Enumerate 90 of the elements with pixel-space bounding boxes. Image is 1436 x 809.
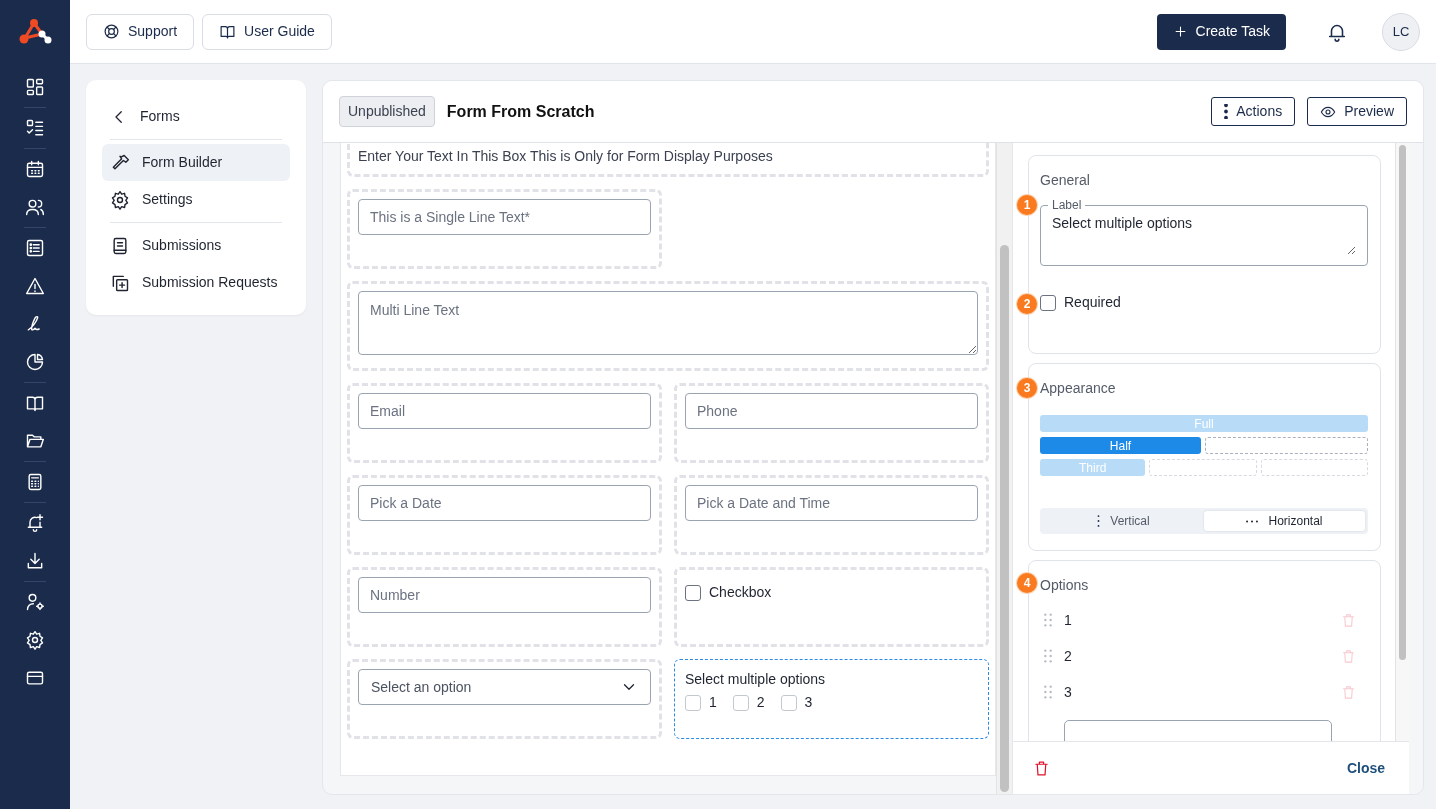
checkbox[interactable] [780, 694, 797, 711]
option-label: 2 [1064, 646, 1073, 666]
drag-handle-icon[interactable] [1044, 685, 1052, 699]
field-container[interactable]: Select an option [347, 659, 662, 739]
document-icon [110, 235, 130, 256]
checkbox-label: Required [1064, 293, 1121, 312]
select-field[interactable]: Select an option [358, 669, 651, 705]
kebab-icon [1224, 104, 1229, 119]
field-container[interactable]: Checkbox [674, 567, 989, 647]
checkbox-label: Checkbox [709, 583, 772, 602]
create-task-button[interactable]: Create Task [1156, 13, 1286, 50]
vertical-dots-icon [1097, 515, 1101, 527]
scrollbar[interactable] [996, 143, 1012, 794]
user-settings-icon[interactable] [25, 592, 45, 612]
settings-icon[interactable] [25, 630, 45, 650]
field-container[interactable]: Email [347, 383, 662, 463]
gear-icon [110, 189, 130, 210]
input-field[interactable]: Pick a Date and Time [685, 485, 978, 521]
field-container[interactable]: Enter Your Text In This Box This is Only for Form Display Purposes [347, 143, 989, 177]
download-icon[interactable] [25, 551, 45, 571]
option-label: 1 [1064, 610, 1073, 630]
width-option[interactable]: Half [1040, 437, 1201, 454]
option-label: 3 [1064, 682, 1073, 702]
option-label: 2 [756, 693, 765, 712]
step-badge: 4 [1017, 573, 1037, 593]
preview-button[interactable]: Preview [1307, 97, 1407, 126]
calendar-icon[interactable] [25, 159, 45, 179]
bell-plus-icon[interactable] [25, 513, 45, 533]
checkbox[interactable] [685, 584, 701, 601]
checkbox[interactable] [685, 694, 701, 711]
field-container[interactable]: This is a Single Line Text* [347, 189, 662, 269]
section-title: Appearance [1040, 379, 1117, 398]
input-field[interactable]: This is a Single Line Text* [358, 199, 651, 235]
close-link[interactable]: Close [1346, 757, 1385, 779]
form-menu-item[interactable]: Submissions [102, 227, 290, 264]
field-label: Select multiple options [685, 670, 827, 689]
avatar[interactable]: LC [1382, 12, 1420, 51]
warning-icon[interactable] [25, 276, 45, 296]
horizontal-dots-icon [1246, 519, 1259, 523]
form-menu-item[interactable]: Form Builder [102, 144, 290, 181]
lifebuoy-icon [103, 23, 120, 40]
user-guide-button[interactable]: User Guide [202, 13, 332, 50]
support-button[interactable]: Support [86, 13, 195, 50]
orientation-option[interactable]: Horizontal [1204, 511, 1365, 531]
trash-icon[interactable] [1033, 759, 1050, 777]
status-badge: Unpublished [339, 96, 435, 127]
scrollbar[interactable] [1395, 143, 1409, 741]
step-badge: 3 [1017, 378, 1037, 398]
input-field[interactable]: Email [358, 393, 651, 429]
dashboard-icon[interactable] [25, 77, 45, 97]
actions-button[interactable]: Actions [1211, 97, 1296, 126]
field-container[interactable]: Multi Line Text [347, 281, 989, 371]
book-icon[interactable] [25, 393, 45, 413]
scrollbar-thumb[interactable] [1000, 245, 1009, 792]
form-icon[interactable] [25, 238, 45, 258]
checkbox[interactable] [732, 694, 749, 711]
display-text: Enter Your Text In This Box This is Only for Form Display Purposes [358, 147, 774, 166]
book-icon [219, 23, 237, 40]
drag-handle-icon[interactable] [1044, 649, 1052, 663]
users-icon[interactable] [25, 197, 45, 217]
section-title: Options [1040, 576, 1090, 595]
input-field[interactable]: Phone [685, 393, 978, 429]
form-menu-item[interactable]: Settings [102, 181, 290, 218]
form-menu-item[interactable]: Submission Requests [102, 264, 290, 301]
plus-icon [1172, 24, 1188, 39]
text-area[interactable]: Multi Line Text [358, 291, 978, 355]
section-title: General [1040, 171, 1091, 190]
checklist-icon[interactable] [25, 118, 45, 138]
label-field[interactable]: Label Select multiple options [1040, 199, 1368, 266]
orientation-option[interactable]: Vertical [1043, 511, 1204, 531]
option-label: 1 [709, 693, 717, 712]
drag-handle-icon[interactable] [1044, 613, 1052, 627]
field-container[interactable]: Number [347, 567, 662, 647]
field-container[interactable]: Pick a Date [347, 475, 662, 555]
folder-icon[interactable] [25, 431, 45, 451]
field-container[interactable]: Phone [674, 383, 989, 463]
form-title: Form From Scratch [446, 101, 595, 122]
input-field[interactable]: Pick a Date [358, 485, 651, 521]
pie-chart-icon[interactable] [25, 352, 45, 372]
checkbox[interactable] [1040, 294, 1056, 311]
input-field[interactable]: Number [358, 577, 651, 613]
option-label: 3 [804, 693, 813, 712]
field-container[interactable]: Pick a Date and Time [674, 475, 989, 555]
step-badge: 2 [1017, 294, 1037, 314]
calculator-icon[interactable] [25, 472, 45, 492]
forms-back-link[interactable]: Forms [102, 98, 290, 135]
scrollbar-thumb[interactable] [1399, 145, 1406, 660]
field-container[interactable]: Select multiple options 1 2 3 [674, 659, 989, 739]
step-badge: 1 [1017, 195, 1037, 215]
credit-card-icon[interactable] [25, 668, 45, 688]
